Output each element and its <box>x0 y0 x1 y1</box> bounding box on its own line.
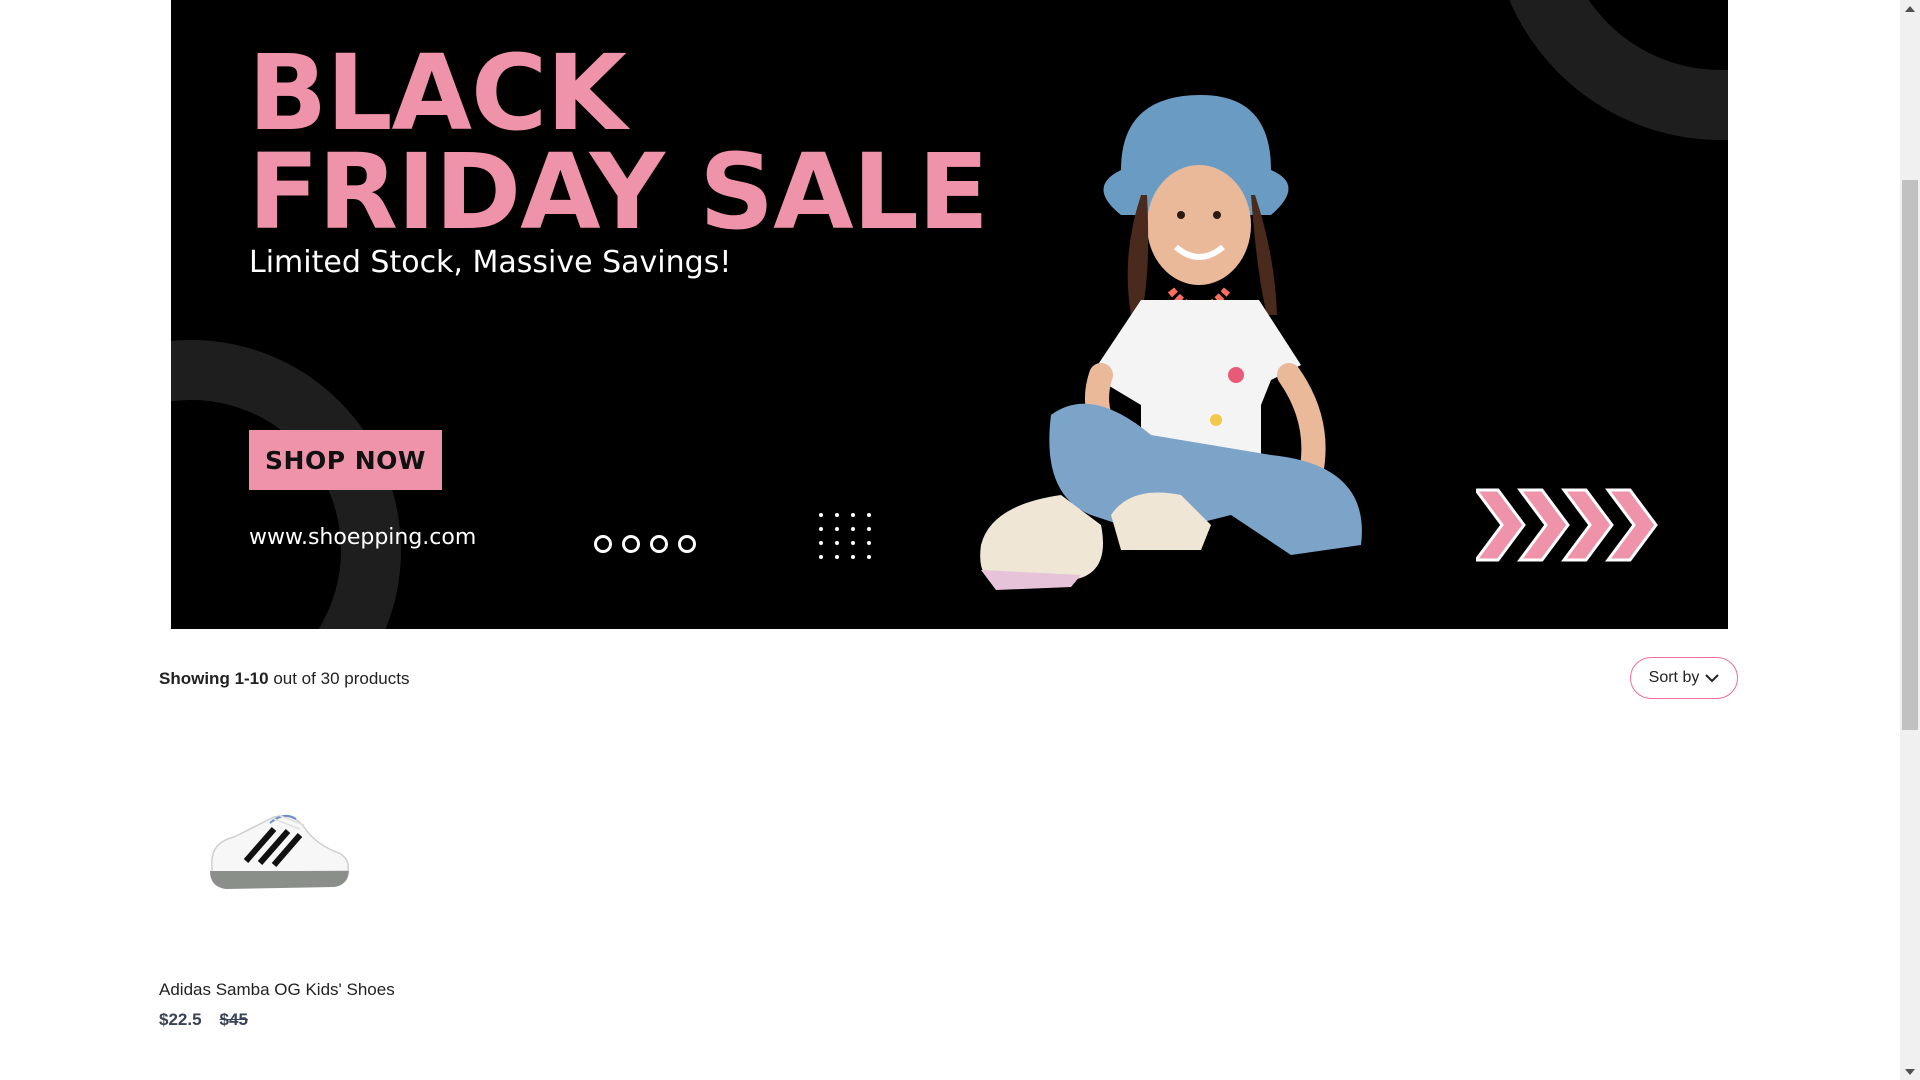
headline-line-2: FRIDAY SALE <box>248 131 989 253</box>
page: BLACK FRIDAY SALE Limited Stock, Massive… <box>0 0 1900 1080</box>
decorative-arc <box>1491 0 1728 140</box>
slider-dot[interactable] <box>594 535 612 553</box>
sale-price: $22.5 <box>159 1010 202 1029</box>
product-image[interactable] <box>159 740 399 960</box>
vertical-scrollbar[interactable] <box>1900 0 1920 1080</box>
out-of-label: out of <box>273 669 316 688</box>
slider-dots <box>594 535 696 553</box>
hero-banner[interactable]: BLACK FRIDAY SALE Limited Stock, Massive… <box>171 0 1728 629</box>
scroll-down-arrow-icon[interactable] <box>1900 1063 1920 1080</box>
hero-model-image <box>980 95 1362 590</box>
products-label: products <box>344 669 410 688</box>
scroll-up-arrow-icon[interactable] <box>1900 0 1920 17</box>
product-card[interactable]: Adidas Samba OG Kids' Shoes $22.5 $45 <box>159 740 399 1030</box>
showing-range: 1-10 <box>234 669 269 688</box>
banner-url: www.shoepping.com <box>249 525 477 550</box>
sneaker-icon <box>210 814 350 889</box>
slider-dot[interactable] <box>622 535 640 553</box>
price-row: $22.5 $45 <box>159 1010 399 1030</box>
chevron-pattern-icon <box>1476 488 1658 562</box>
sort-by-button[interactable]: Sort by <box>1630 657 1738 699</box>
slider-dot[interactable] <box>678 535 696 553</box>
total-count: 30 <box>320 669 340 688</box>
slider-dot[interactable] <box>650 535 668 553</box>
decorative-dot-grid <box>819 513 871 559</box>
original-price: $45 <box>219 1010 248 1029</box>
scrollbar-thumb[interactable] <box>1902 180 1918 730</box>
chevron-down-icon <box>1705 674 1720 683</box>
headline-line-1: BLACK <box>248 32 627 154</box>
results-summary: Showing 1-10 out of 30 products <box>159 669 409 689</box>
banner-tagline: Limited Stock, Massive Savings! <box>249 245 732 280</box>
product-title[interactable]: Adidas Samba OG Kids' Shoes <box>159 980 399 1000</box>
shop-now-button[interactable]: SHOP NOW <box>249 430 442 490</box>
sort-by-label: Sort by <box>1648 669 1700 686</box>
showing-label: Showing <box>159 669 230 688</box>
